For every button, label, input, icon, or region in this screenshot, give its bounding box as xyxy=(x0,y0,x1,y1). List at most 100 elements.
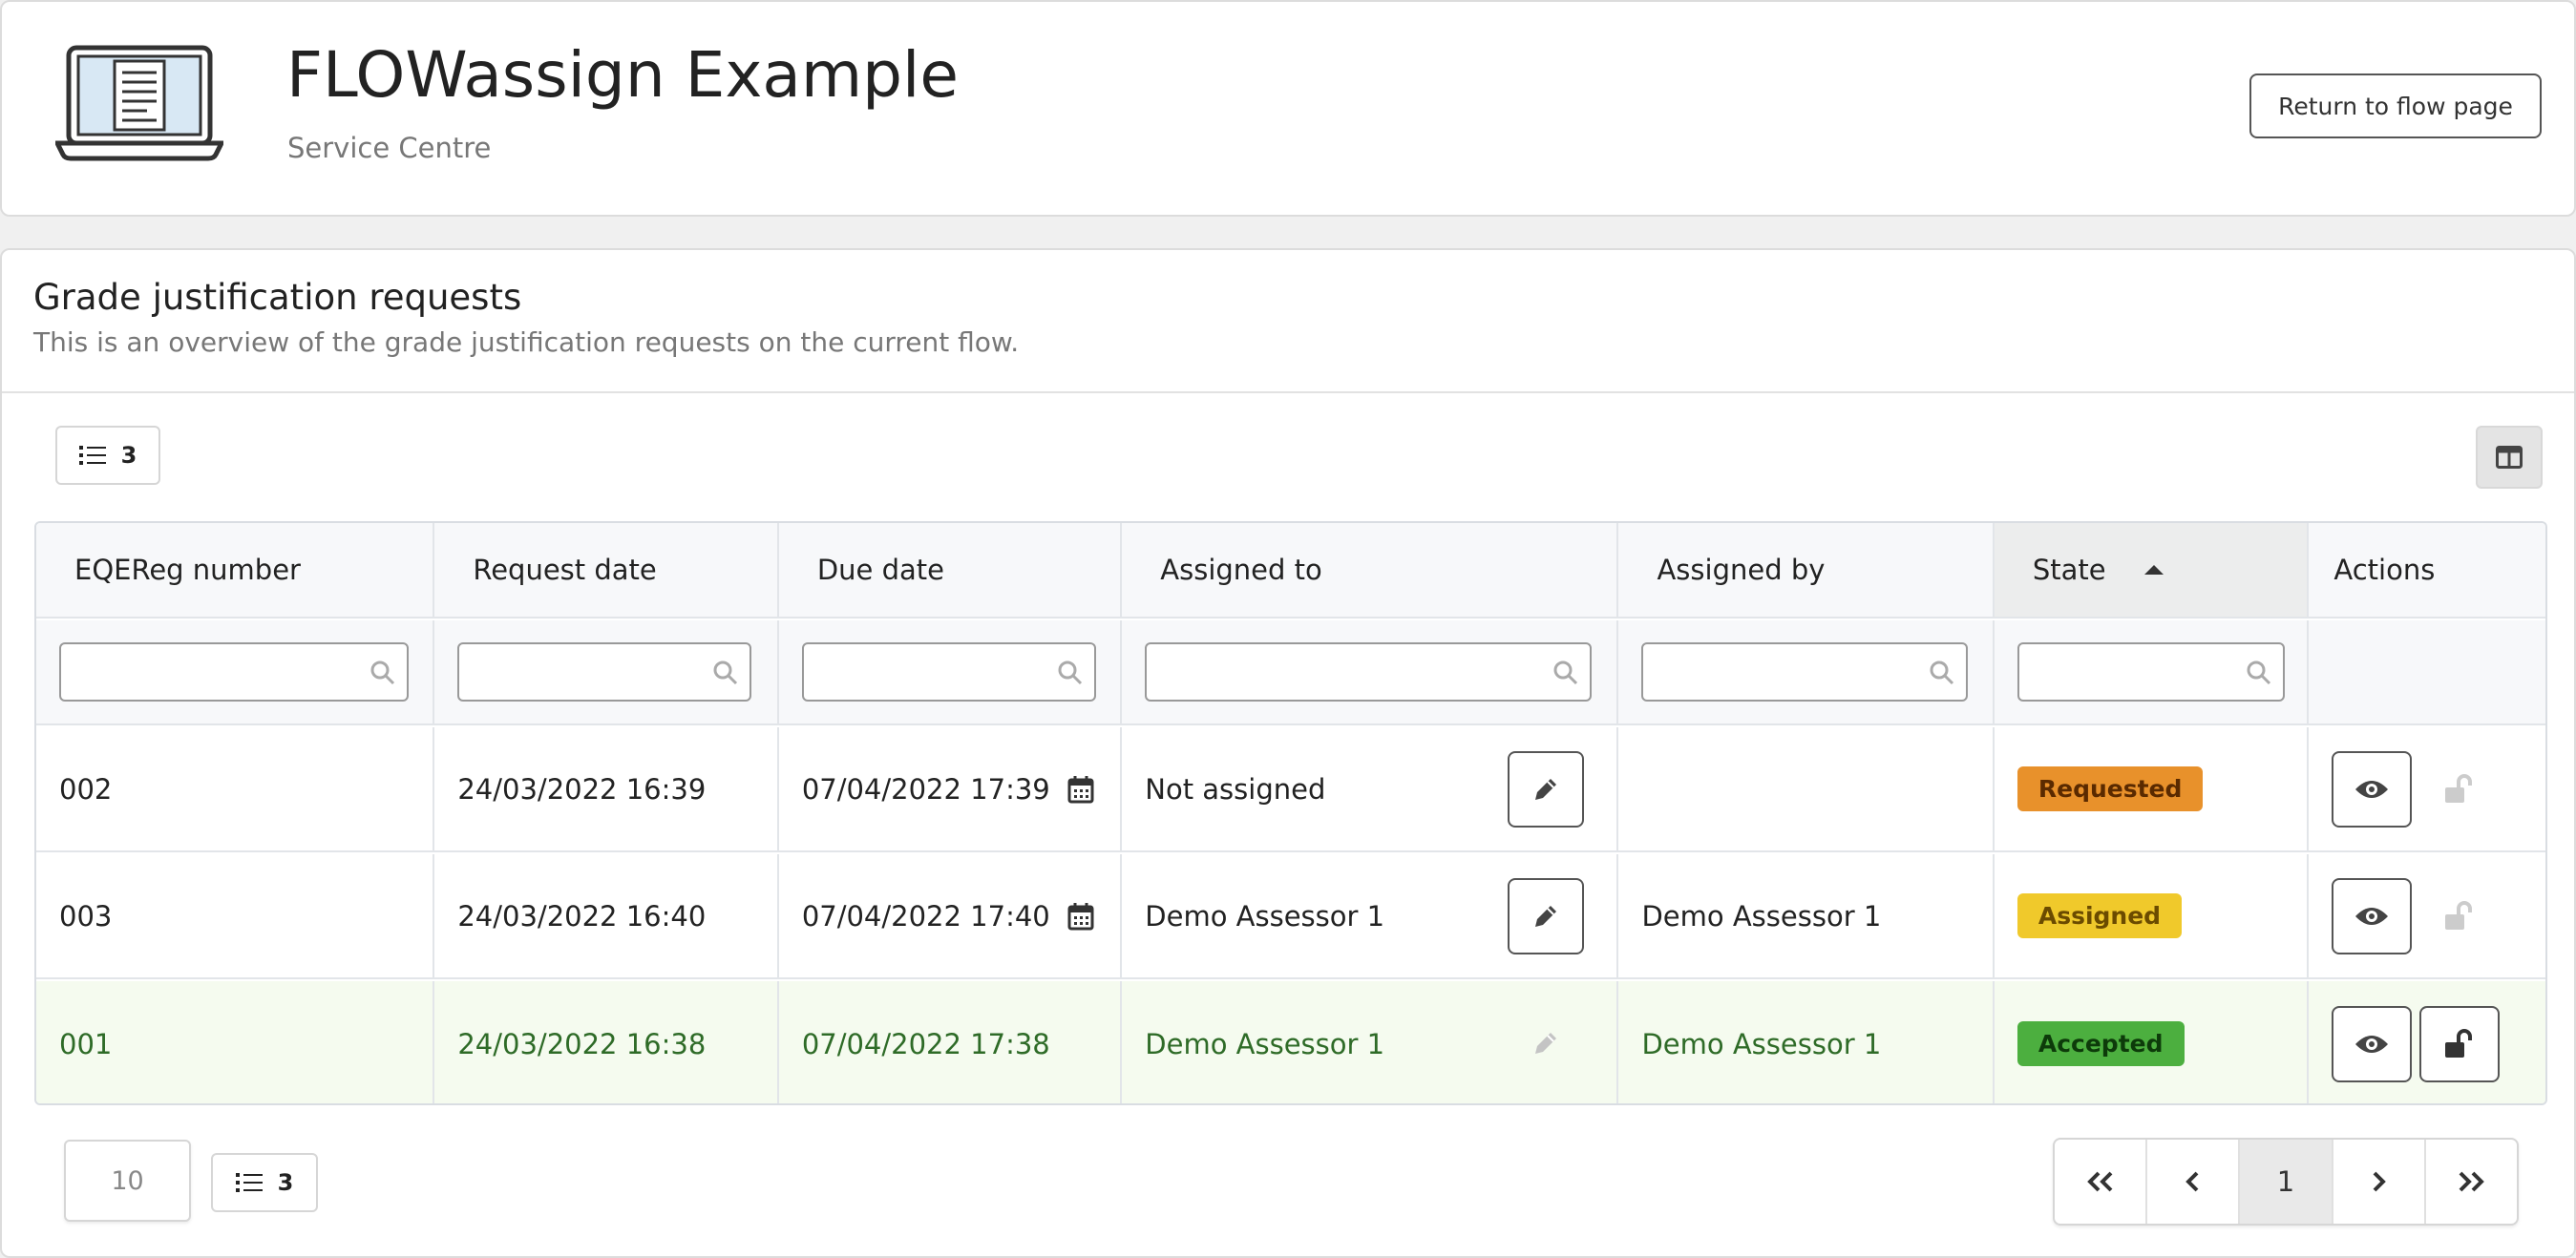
column-toggle-button[interactable] xyxy=(2476,426,2543,489)
unlock-icon xyxy=(2445,773,2473,803)
column-header-actions: Actions xyxy=(2333,554,2436,586)
double-chevron-left-icon xyxy=(2086,1171,2113,1192)
double-chevron-right-icon xyxy=(2459,1171,2485,1192)
unlock-button[interactable] xyxy=(2419,878,2500,954)
cell-state: Assigned xyxy=(1995,854,2310,977)
filter-assigned-by-input[interactable] xyxy=(1643,644,1967,700)
unlock-icon xyxy=(2445,1028,2473,1058)
row-count-chip: 3 xyxy=(55,426,160,485)
state-badge: Accepted xyxy=(2016,1021,2185,1066)
requests-panel: Grade justification requests This is an … xyxy=(0,248,2576,1258)
unlock-icon xyxy=(2445,900,2473,930)
section-description: This is an overview of the grade justifi… xyxy=(33,326,1020,358)
requests-table: EQEReg number Request date Due date Assi… xyxy=(34,521,2547,1105)
list-icon xyxy=(78,446,106,465)
app-header: FLOWassign Example Service Centre Return… xyxy=(0,0,2576,217)
search-icon xyxy=(713,660,738,685)
filter-request-date-input[interactable] xyxy=(459,644,750,700)
table-row: 001 24/03/2022 16:38 07/04/2022 17:38 De… xyxy=(36,981,2545,1103)
filter-assigned-to-input[interactable] xyxy=(1147,644,1591,700)
total-count-chip: 3 xyxy=(211,1153,318,1212)
chevron-right-icon xyxy=(2373,1171,2387,1192)
cell-assigned-by: Demo Assessor 1 xyxy=(1618,981,1995,1103)
calendar-icon[interactable] xyxy=(1067,902,1094,931)
page-1-button[interactable]: 1 xyxy=(2240,1140,2333,1224)
cell-due-date: 07/04/2022 17:39 xyxy=(779,727,1123,850)
assigned-to-text: Demo Assessor 1 xyxy=(1145,899,1385,933)
filter-eqereg-input[interactable] xyxy=(61,644,407,700)
eye-icon xyxy=(2355,907,2389,925)
cell-due-date: 07/04/2022 17:40 xyxy=(779,854,1123,977)
filter-request-date xyxy=(457,642,752,702)
column-header-due-date[interactable]: Due date xyxy=(779,523,1123,617)
pencil-icon xyxy=(1535,1033,1557,1054)
pencil-icon xyxy=(1535,779,1557,800)
cell-assigned-to: Not assigned xyxy=(1122,727,1619,850)
cell-state: Accepted xyxy=(1995,981,2310,1103)
unlock-button[interactable] xyxy=(2419,1005,2501,1082)
filter-eqereg xyxy=(59,642,409,702)
cell-number: 002 xyxy=(36,727,435,850)
columns-icon xyxy=(2496,446,2523,469)
view-button[interactable] xyxy=(2332,877,2413,954)
app-subtitle: Service Centre xyxy=(287,132,492,164)
section-title: Grade justification requests xyxy=(33,277,522,318)
row-count: 3 xyxy=(120,442,137,469)
column-header-eqereg[interactable]: EQEReg number xyxy=(36,523,435,617)
column-header-state[interactable]: State xyxy=(1994,523,2310,617)
cell-assigned-by xyxy=(1618,727,1995,850)
filter-due-date-input[interactable] xyxy=(803,644,1094,700)
cell-request-date: 24/03/2022 16:40 xyxy=(434,854,779,977)
edit-assignee-button[interactable] xyxy=(1508,751,1585,828)
edit-assignee-button[interactable] xyxy=(1508,1005,1584,1081)
table-row: 002 24/03/2022 16:39 07/04/2022 17:39 No… xyxy=(36,727,2545,852)
table-header-row: EQEReg number Request date Due date Assi… xyxy=(36,523,2545,619)
column-header-assigned-by[interactable]: Assigned by xyxy=(1618,523,1995,617)
view-button[interactable] xyxy=(2332,1005,2413,1082)
next-page-button[interactable] xyxy=(2333,1140,2426,1224)
filter-assigned-by xyxy=(1641,642,1969,702)
cell-state: Requested xyxy=(1995,727,2310,850)
column-header-assigned-to[interactable]: Assigned to xyxy=(1122,523,1619,617)
list-icon xyxy=(235,1173,263,1192)
state-badge: Assigned xyxy=(2016,893,2183,938)
search-icon xyxy=(1058,660,1082,685)
search-icon xyxy=(370,660,395,685)
edit-assignee-button[interactable] xyxy=(1508,878,1585,954)
cell-number: 003 xyxy=(36,854,435,977)
cell-assigned-to: Demo Assessor 1 xyxy=(1122,981,1619,1103)
cell-actions xyxy=(2309,854,2545,977)
state-badge: Requested xyxy=(2016,766,2204,811)
eye-icon xyxy=(2355,780,2389,798)
search-icon xyxy=(1553,660,1578,685)
previous-page-button[interactable] xyxy=(2147,1140,2241,1224)
filter-due-date xyxy=(801,642,1096,702)
search-icon xyxy=(1930,660,1954,685)
assigned-to-text: Not assigned xyxy=(1145,772,1326,806)
sort-ascending-icon xyxy=(2143,565,2164,575)
cell-actions xyxy=(2309,727,2545,850)
filter-state-input[interactable] xyxy=(2018,644,2283,700)
return-to-flow-button[interactable]: Return to flow page xyxy=(2249,73,2542,138)
cell-assigned-by: Demo Assessor 1 xyxy=(1618,854,1995,977)
pencil-icon xyxy=(1535,906,1557,927)
filter-actions-empty xyxy=(2309,620,2545,723)
filter-assigned-to xyxy=(1145,642,1593,702)
assigned-to-text: Demo Assessor 1 xyxy=(1145,1027,1385,1060)
eye-icon xyxy=(2355,1035,2389,1053)
due-date-text: 07/04/2022 17:39 xyxy=(801,772,1050,806)
pagination: 1 xyxy=(2053,1138,2519,1226)
page-size-select[interactable]: 10 xyxy=(64,1140,191,1222)
unlock-button[interactable] xyxy=(2419,751,2500,828)
due-date-text: 07/04/2022 17:40 xyxy=(801,899,1050,933)
last-page-button[interactable] xyxy=(2426,1140,2517,1224)
calendar-icon[interactable] xyxy=(1067,775,1094,804)
cell-due-date: 07/04/2022 17:38 xyxy=(779,981,1123,1103)
cell-request-date: 24/03/2022 16:38 xyxy=(434,981,779,1103)
cell-number: 001 xyxy=(36,981,435,1103)
view-button[interactable] xyxy=(2332,750,2413,828)
cell-actions xyxy=(2309,981,2545,1103)
first-page-button[interactable] xyxy=(2055,1140,2148,1224)
column-header-request-date[interactable]: Request date xyxy=(434,523,779,617)
chevron-left-icon xyxy=(2185,1171,2199,1192)
